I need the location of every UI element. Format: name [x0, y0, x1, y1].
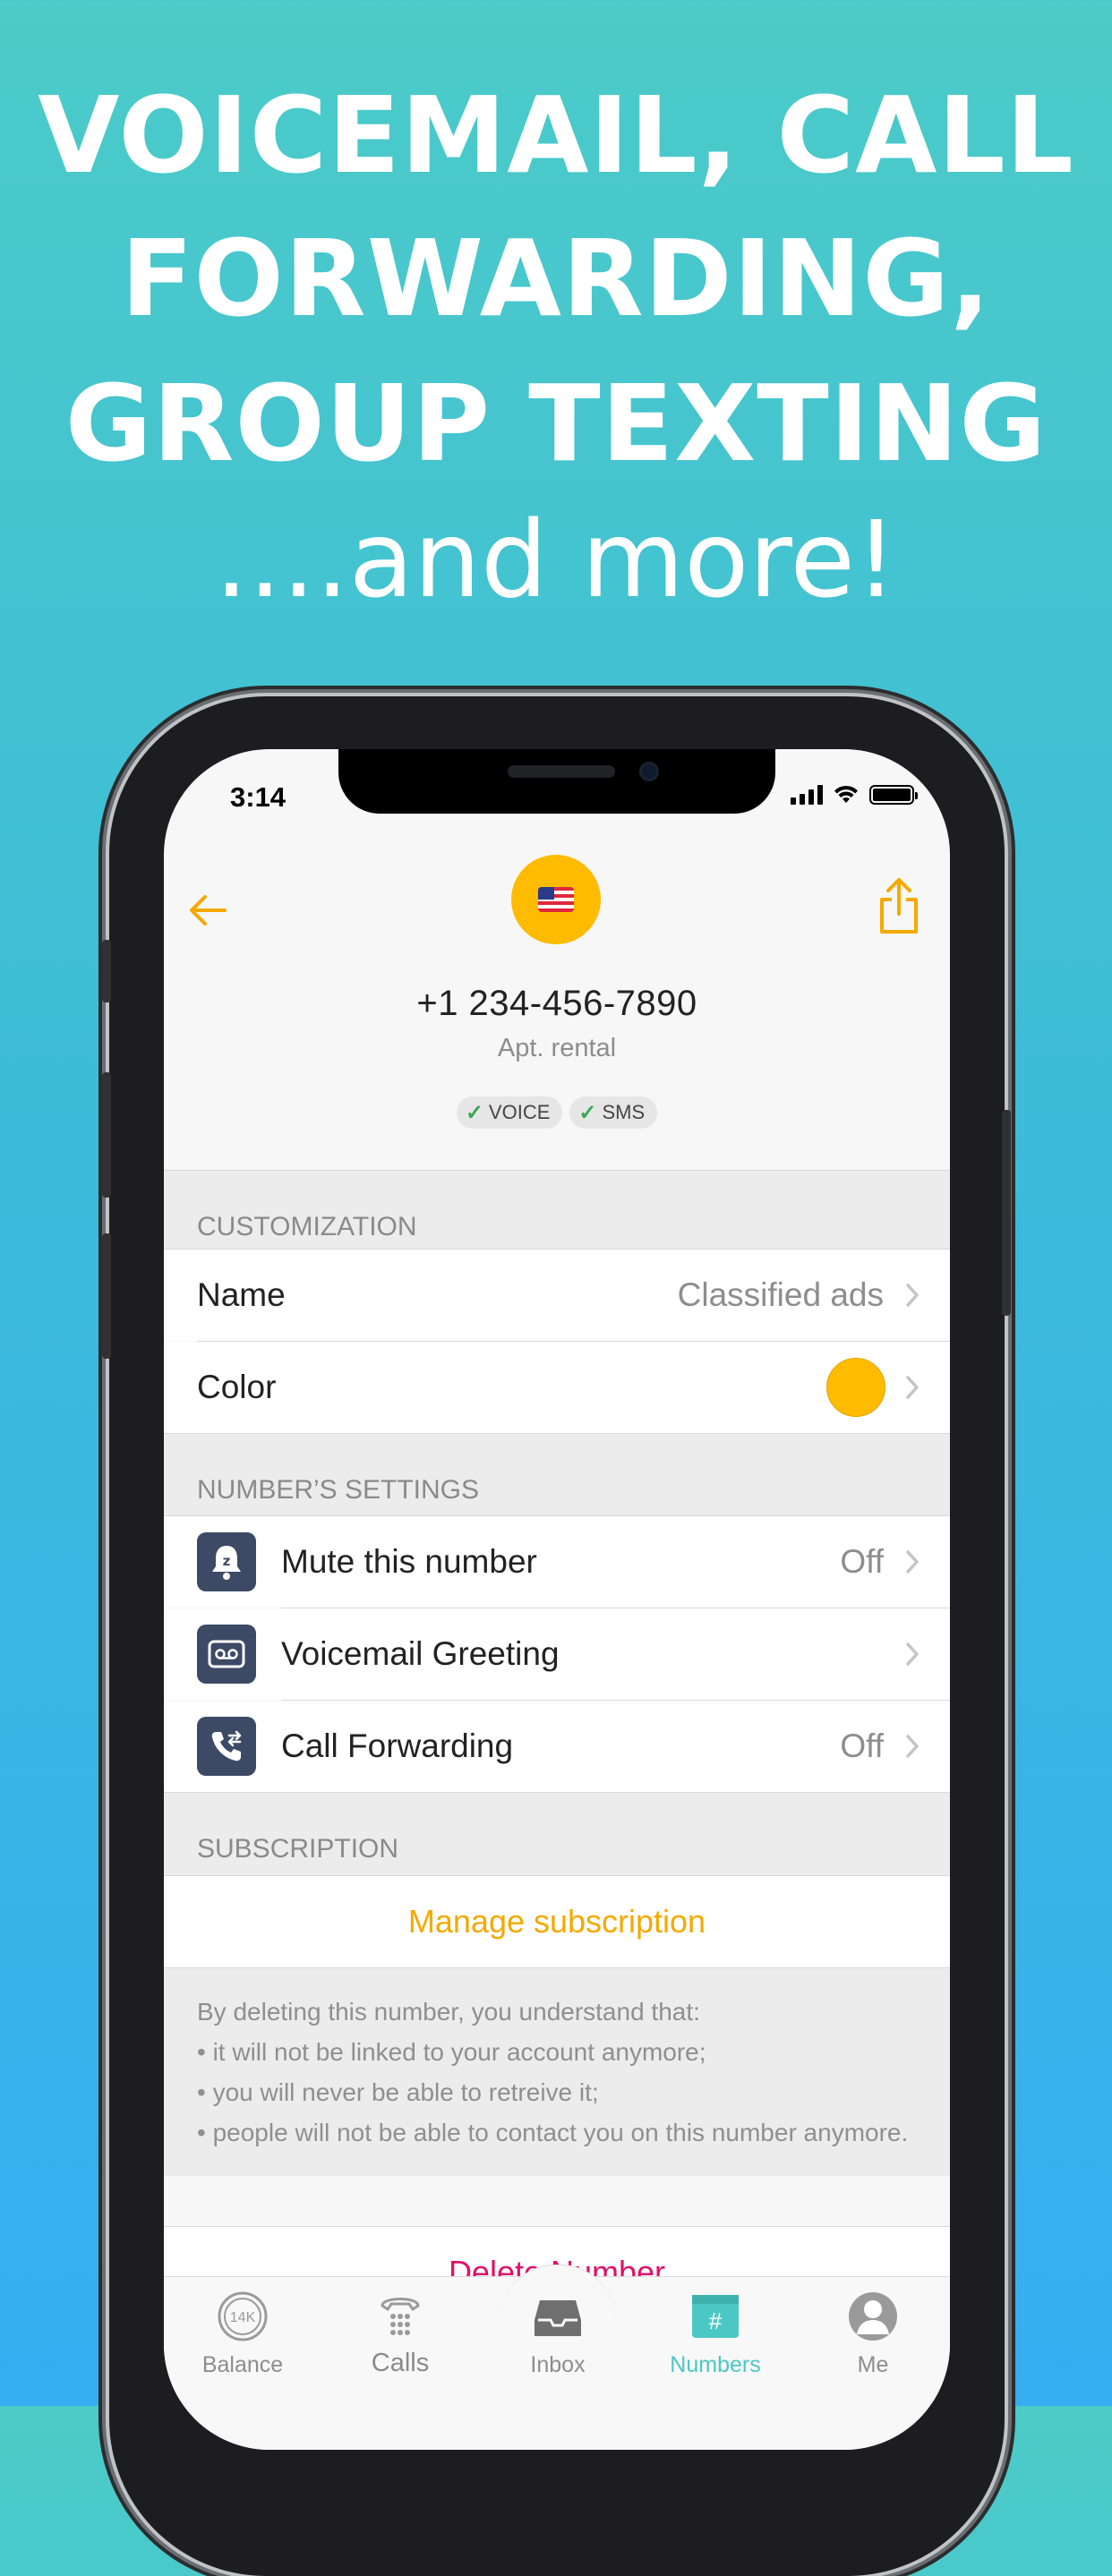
back-arrow-icon[interactable]: [185, 887, 232, 934]
voice-chip-label: VOICE: [488, 1101, 551, 1123]
wifi-icon: [834, 785, 858, 803]
subscription-header: SUBSCRIPTION: [164, 1793, 950, 1875]
numbers-badge: #: [709, 2307, 723, 2334]
chevron-right-icon: [906, 1550, 919, 1574]
speaker: [508, 765, 615, 778]
call-forwarding-row-label: Call Forwarding: [281, 1727, 514, 1764]
call-forwarding-icon: [197, 1717, 256, 1776]
mute-switch: [102, 940, 111, 1002]
sms-chip-label: SMS: [602, 1101, 646, 1123]
tab-inbox[interactable]: Inbox: [479, 2277, 637, 2450]
side-button: [1002, 1110, 1011, 1316]
svg-text:z: z: [223, 1553, 231, 1569]
chevron-right-icon: [906, 1376, 919, 1399]
disclaimer-item: • people will not be able to contact you…: [197, 2119, 909, 2146]
phone-number: +1 234-456-7890: [416, 984, 697, 1023]
front-camera: [639, 762, 659, 781]
tab-numbers[interactable]: # Numbers: [637, 2277, 794, 2450]
chevron-right-icon: [906, 1735, 919, 1758]
color-swatch: [826, 1358, 885, 1417]
tab-bar: 14K Balance Calls Inbox # Numbers Me: [164, 2265, 950, 2450]
disclaimer-intro: By deleting this number, you understand …: [197, 1998, 700, 2026]
us-flag-icon: [538, 887, 574, 912]
call-forwarding-row[interactable]: Call Forwarding Off: [164, 1701, 950, 1792]
volume-up-button: [102, 1072, 111, 1198]
mute-bell-icon: z: [197, 1532, 256, 1591]
phone-screen: 3:14 +1 234-456-7890 Apt. rental ✓ VOICE: [164, 749, 950, 2450]
voice-chip: ✓ VOICE: [456, 1096, 563, 1129]
disclaimer-item: • it will not be linked to your account …: [197, 2038, 706, 2066]
profile-avatar-icon: [849, 2292, 897, 2341]
balance-coin-icon: 14K: [218, 2291, 268, 2341]
share-icon[interactable]: [877, 874, 921, 937]
number-avatar: [511, 855, 601, 944]
voicemail-row-label: Voicemail Greeting: [281, 1635, 560, 1672]
number-settings-header: NUMBER’S SETTINGS: [164, 1434, 950, 1516]
check-icon: ✓: [465, 1100, 483, 1125]
status-time: 3:14: [230, 781, 287, 813]
name-row[interactable]: Name Classified ads: [164, 1250, 950, 1341]
tab-me[interactable]: Me: [794, 2277, 950, 2450]
tab-inbox-label: Inbox: [530, 2352, 586, 2377]
disclaimer-item: • you will never be able to retreive it;: [197, 2078, 599, 2106]
check-icon: ✓: [578, 1100, 597, 1125]
signal-icon: [791, 783, 823, 805]
promo-subline: ....and more!: [214, 498, 898, 621]
numbers-hash-icon: #: [692, 2295, 739, 2338]
tab-me-label: Me: [857, 2352, 889, 2377]
capability-chips: ✓ VOICE ✓ SMS: [164, 1096, 950, 1129]
mute-row-value: Off: [840, 1543, 884, 1580]
color-row[interactable]: Color: [164, 1342, 950, 1433]
number-label: Apt. rental: [497, 1034, 617, 1062]
delete-disclaimer: By deleting this number, you understand …: [164, 1968, 950, 2176]
name-row-label: Name: [197, 1276, 286, 1313]
voicemail-icon: [197, 1625, 256, 1684]
sms-chip: ✓ SMS: [569, 1096, 658, 1129]
manage-subscription-button[interactable]: Manage subscription: [164, 1876, 950, 1967]
tab-balance-label: Balance: [201, 2352, 284, 2377]
status-icons: [791, 783, 918, 805]
customization-header: CUSTOMIZATION: [164, 1171, 950, 1250]
call-forwarding-row-value: Off: [840, 1727, 884, 1764]
chevron-right-icon: [906, 1284, 919, 1307]
inbox-tray-icon: [535, 2300, 581, 2336]
telephone-icon: [381, 2298, 420, 2335]
balance-badge: 14K: [230, 2310, 256, 2325]
mute-row-label: Mute this number: [281, 1543, 537, 1580]
mute-row[interactable]: z Mute this number Off: [164, 1516, 950, 1608]
tab-numbers-label: Numbers: [670, 2352, 761, 2377]
promo-line-2: FORWARDING,: [120, 217, 992, 340]
name-row-value: Classified ads: [677, 1276, 884, 1313]
volume-down-button: [102, 1233, 111, 1359]
promo-line-1: VOICEMAIL, CALL: [38, 73, 1074, 197]
color-row-label: Color: [197, 1369, 277, 1405]
tab-balance[interactable]: 14K Balance: [164, 2277, 321, 2450]
promo-line-3: GROUP TEXTING: [64, 362, 1048, 485]
chevron-right-icon: [906, 1642, 919, 1666]
tab-calls[interactable]: Calls: [321, 2277, 479, 2450]
notch: [338, 749, 775, 814]
battery-icon: [869, 785, 918, 805]
voicemail-row[interactable]: Voicemail Greeting: [164, 1608, 950, 1700]
tab-calls-label: Calls: [371, 2349, 430, 2377]
